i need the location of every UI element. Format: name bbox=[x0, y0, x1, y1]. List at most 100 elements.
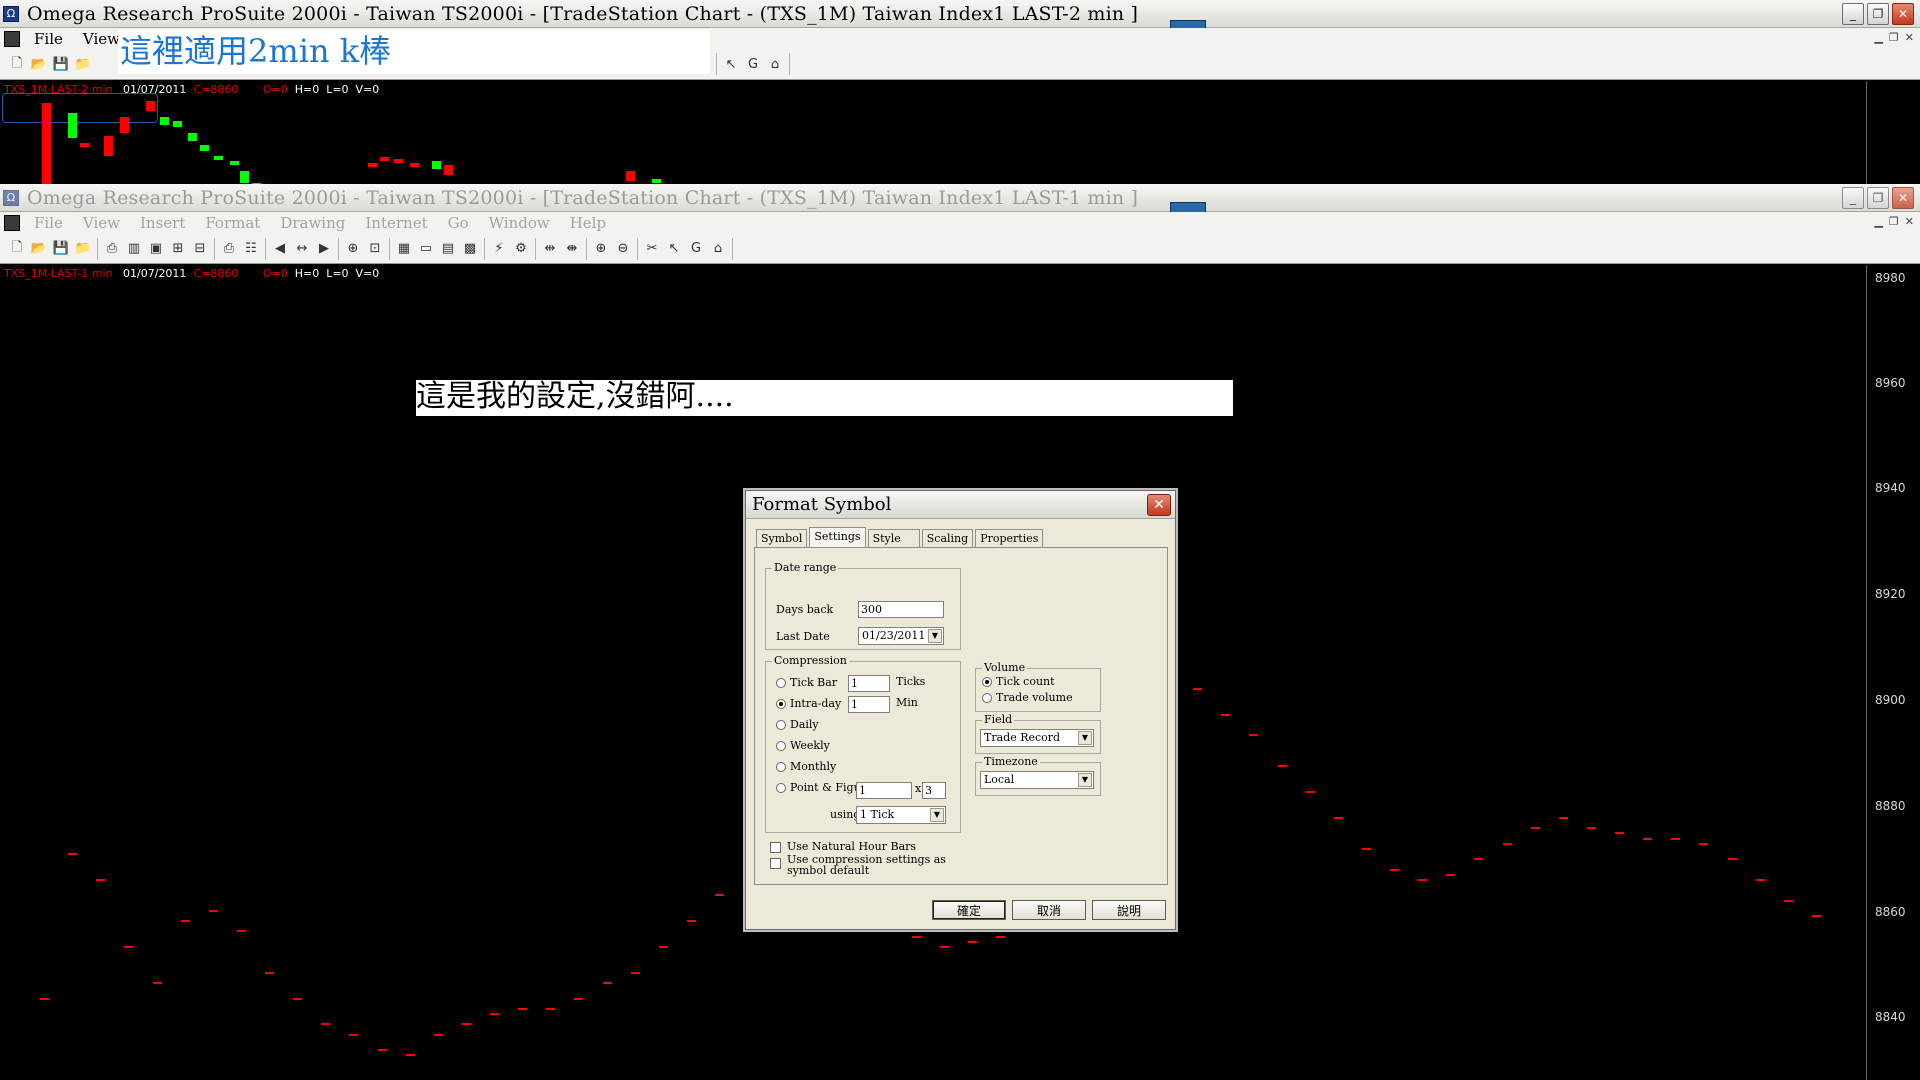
cancel-button[interactable]: 取消 bbox=[1012, 900, 1086, 920]
insert-window-icon[interactable]: ⊡ bbox=[364, 238, 386, 260]
scroll-right-icon[interactable]: ▶ bbox=[313, 238, 335, 260]
mdi-close-button[interactable]: ✕ bbox=[1905, 31, 1914, 44]
tab-symbol[interactable]: Symbol bbox=[756, 529, 808, 549]
tick-bar-input[interactable]: 1 bbox=[848, 675, 890, 692]
save-icon[interactable]: 💾 bbox=[50, 54, 72, 76]
mdi-minimize-button[interactable]: ▁ bbox=[1874, 31, 1882, 44]
scroll-center-icon[interactable]: ↔ bbox=[291, 238, 313, 260]
menu-go[interactable]: Go bbox=[438, 214, 479, 232]
data-window-icon[interactable]: ▦ bbox=[393, 238, 415, 260]
drawing-tool-icon[interactable]: G bbox=[742, 53, 764, 75]
drawing-tool-icon[interactable]: G bbox=[685, 238, 707, 260]
omega-app-icon[interactable]: Ω bbox=[3, 5, 19, 22]
menu-view[interactable]: View bbox=[73, 214, 130, 232]
mdi-close-button[interactable]: ✕ bbox=[1905, 215, 1914, 228]
chart-doc-icon[interactable] bbox=[4, 215, 20, 231]
open-icon[interactable]: 📂 bbox=[28, 238, 50, 260]
dropdown-arrow-icon[interactable]: ▼ bbox=[930, 808, 944, 822]
intraday-input[interactable]: 1 bbox=[848, 696, 890, 713]
indicator-icon[interactable]: ▣ bbox=[145, 238, 167, 260]
pf-value1-input[interactable]: 1 bbox=[856, 782, 912, 799]
natural-hour-bars-checkbox[interactable] bbox=[770, 842, 781, 853]
close-button[interactable]: ✕ bbox=[1892, 187, 1914, 209]
chart-doc-icon[interactable] bbox=[4, 31, 20, 47]
menu-window[interactable]: Window bbox=[479, 214, 560, 232]
tab-scaling[interactable]: Scaling bbox=[921, 529, 974, 549]
title-bar-1min[interactable]: Ω Omega Research ProSuite 2000i - Taiwan… bbox=[0, 184, 1920, 212]
pf-value2-input[interactable]: 3 bbox=[922, 782, 946, 799]
scroll-left-icon[interactable]: ◀ bbox=[269, 238, 291, 260]
using-select[interactable]: 1 Tick ▼ bbox=[856, 806, 946, 824]
title-bar-2min[interactable]: Ω Omega Research ProSuite 2000i - Taiwan… bbox=[0, 0, 1920, 28]
price-tick-mark bbox=[1811, 915, 1821, 917]
tools-icon[interactable]: ✂ bbox=[641, 238, 663, 260]
timezone-select[interactable]: Local ▼ bbox=[980, 771, 1094, 789]
dropdown-arrow-icon[interactable]: ▼ bbox=[1078, 773, 1092, 787]
dialog-title-bar[interactable]: Format Symbol bbox=[746, 491, 1175, 519]
field-select[interactable]: Trade Record ▼ bbox=[980, 729, 1094, 747]
radar-icon[interactable]: ⚡ bbox=[488, 238, 510, 260]
disabled-tool-icon[interactable]: ⌂ bbox=[764, 53, 786, 75]
strategy-icon[interactable]: ⊞ bbox=[167, 238, 189, 260]
dialog-close-button[interactable]: ✕ bbox=[1147, 494, 1171, 516]
restore-button[interactable]: ❐ bbox=[1867, 187, 1889, 209]
close-button[interactable]: ✕ bbox=[1892, 3, 1914, 25]
menu-file[interactable]: File bbox=[24, 30, 73, 48]
analysis-icon[interactable]: ⊟ bbox=[189, 238, 211, 260]
properties-icon[interactable]: ☷ bbox=[240, 238, 262, 260]
grid-icon[interactable]: ▤ bbox=[437, 238, 459, 260]
compression-default-checkbox[interactable] bbox=[770, 858, 781, 869]
activity-icon[interactable]: ⚙ bbox=[510, 238, 532, 260]
zoom-out-icon[interactable]: ⊖ bbox=[612, 238, 634, 260]
minimize-button[interactable]: _ bbox=[1842, 3, 1864, 25]
dropdown-arrow-icon[interactable]: ▼ bbox=[928, 629, 942, 643]
intraday-radio[interactable] bbox=[776, 699, 786, 709]
menu-internet[interactable]: Internet bbox=[355, 214, 437, 232]
menu-insert[interactable]: Insert bbox=[130, 214, 195, 232]
open-icon[interactable]: 📂 bbox=[28, 54, 50, 76]
table-icon[interactable]: ▩ bbox=[459, 238, 481, 260]
tick-count-radio[interactable] bbox=[982, 677, 992, 687]
omega-app-icon[interactable]: Ω bbox=[3, 189, 19, 206]
weekly-radio[interactable] bbox=[776, 741, 786, 751]
save-icon[interactable]: 💾 bbox=[50, 238, 72, 260]
folder-icon[interactable]: 📁 bbox=[72, 54, 94, 76]
minimize-button[interactable]: _ bbox=[1842, 187, 1864, 209]
compress-icon[interactable]: ⇼ bbox=[561, 238, 583, 260]
ok-button[interactable]: 確定 bbox=[932, 900, 1006, 920]
tab-properties[interactable]: Properties bbox=[975, 529, 1044, 549]
disabled-tool-icon[interactable]: ⌂ bbox=[707, 238, 729, 260]
menu-drawing[interactable]: Drawing bbox=[270, 214, 355, 232]
new-icon[interactable]: 🗋 bbox=[6, 238, 28, 260]
pointer-icon[interactable]: ↖ bbox=[720, 53, 742, 75]
mdi-restore-button[interactable]: ❐ bbox=[1889, 215, 1899, 228]
point-figure-radio[interactable] bbox=[776, 783, 786, 793]
menu-file[interactable]: File bbox=[24, 214, 73, 232]
trade-volume-radio[interactable] bbox=[982, 693, 992, 703]
restore-button[interactable]: ❐ bbox=[1867, 3, 1889, 25]
bar-chart-icon[interactable]: ▥ bbox=[123, 238, 145, 260]
print-icon[interactable]: ⎙ bbox=[101, 238, 123, 260]
print-preview-icon[interactable]: ⎙ bbox=[218, 238, 240, 260]
help-button[interactable]: 說明 bbox=[1092, 900, 1166, 920]
days-back-input[interactable]: 300 bbox=[858, 601, 944, 618]
tab-style[interactable]: Style bbox=[867, 529, 920, 549]
folder-icon[interactable]: 📁 bbox=[72, 238, 94, 260]
expand-icon[interactable]: ⇹ bbox=[539, 238, 561, 260]
zoom-in-icon[interactable]: ⊕ bbox=[590, 238, 612, 260]
mdi-restore-button[interactable]: ❐ bbox=[1889, 31, 1899, 44]
menu-help[interactable]: Help bbox=[560, 214, 616, 232]
new-icon[interactable]: 🗋 bbox=[6, 54, 28, 76]
chart-plot-2min[interactable]: TXS_1M LAST-2 min 01/07/2011 C=8860 O=0 … bbox=[0, 81, 1920, 184]
tab-settings[interactable]: Settings bbox=[809, 527, 866, 547]
mdi-minimize-button[interactable]: ▁ bbox=[1874, 215, 1882, 228]
window-icon[interactable]: ▭ bbox=[415, 238, 437, 260]
tick-bar-radio[interactable] bbox=[776, 678, 786, 688]
menu-format[interactable]: Format bbox=[195, 214, 270, 232]
monthly-radio[interactable] bbox=[776, 762, 786, 772]
pointer-icon[interactable]: ↖ bbox=[663, 238, 685, 260]
insert-symbol-icon[interactable]: ⊕ bbox=[342, 238, 364, 260]
daily-radio[interactable] bbox=[776, 720, 786, 730]
last-date-select[interactable]: 01/23/2011 ▼ bbox=[858, 627, 944, 645]
dropdown-arrow-icon[interactable]: ▼ bbox=[1078, 731, 1092, 745]
